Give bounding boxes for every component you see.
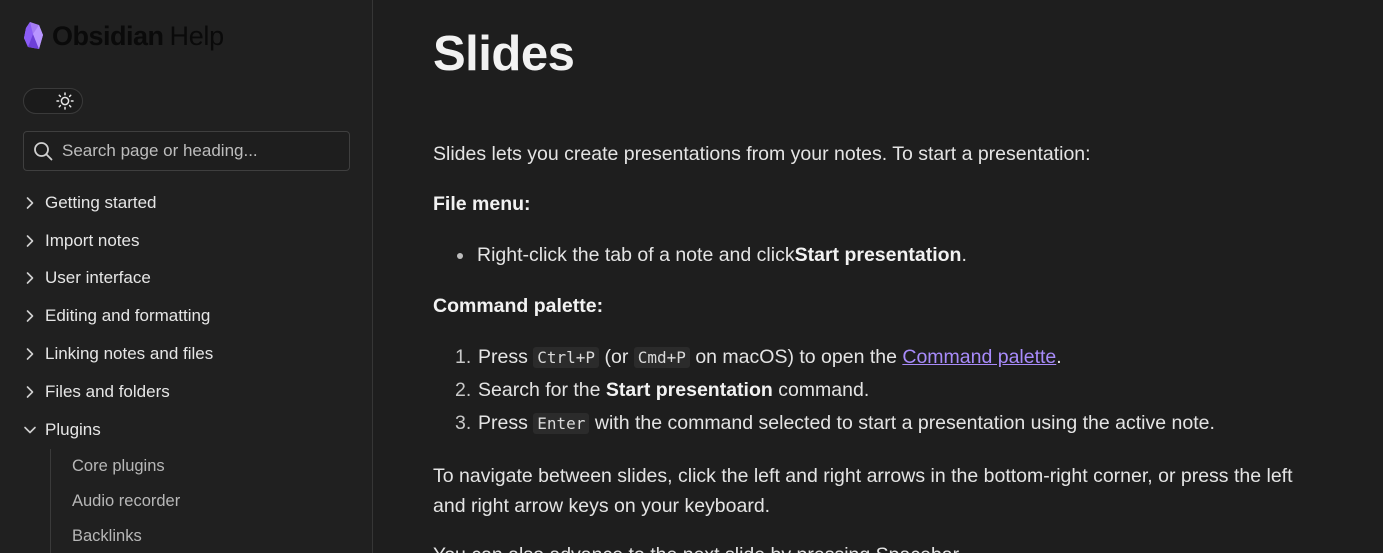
command-palette-heading: Command palette: — [433, 295, 604, 317]
sun-icon — [56, 92, 74, 110]
step-number: 1. — [455, 346, 472, 368]
sidebar-item-user-interface[interactable]: User interface — [0, 260, 372, 298]
step-text: Press Ctrl+P (or Cmd+P on macOS) to open… — [478, 346, 1062, 368]
logo-wordmark: Obsidian — [52, 20, 164, 51]
sidebar-item-files-and-folders[interactable]: Files and folders — [0, 373, 372, 411]
sidebar-item-import-notes[interactable]: Import notes — [0, 222, 372, 260]
sidebar-item-label: Files and folders — [45, 381, 170, 401]
sidebar-item-label: Import notes — [45, 230, 140, 250]
step-number: 3. — [455, 412, 472, 434]
bullet-text-bold: Start presentation — [794, 244, 962, 266]
intro-paragraph: Slides lets you create presentations fro… — [433, 143, 1091, 165]
list-item: 1. Press Ctrl+P (or Cmd+P on macOS) to o… — [433, 341, 1303, 374]
sidebar-item-label: Editing and formatting — [45, 306, 211, 326]
main-content: Slides Slides lets you create presentati… — [373, 0, 1383, 553]
list-item: 3. Press Enter with the command selected… — [433, 407, 1303, 440]
file-menu-list: Right-click the tab of a note and click … — [433, 239, 1303, 272]
step-text: Search for the Start presentation comman… — [478, 379, 870, 401]
chevron-down-icon — [24, 426, 36, 433]
chevron-right-icon — [26, 348, 34, 360]
sidebar-item-label: Getting started — [45, 192, 157, 212]
shortcut-code: Enter — [533, 413, 590, 434]
list-item: Right-click the tab of a note and click … — [433, 239, 1303, 272]
sidebar-item-getting-started[interactable]: Getting started — [0, 184, 372, 222]
sidebar-item-label: Linking notes and files — [45, 344, 214, 364]
sidebar-subitem-audio-recorder[interactable]: Audio recorder — [51, 484, 372, 519]
steps-list: 1. Press Ctrl+P (or Cmd+P on macOS) to o… — [433, 341, 1303, 440]
search-box[interactable] — [23, 131, 350, 171]
list-item: 2. Search for the Start presentation com… — [433, 374, 1303, 407]
page-title: Slides — [433, 27, 575, 81]
site-logo[interactable]: Obsidian Help — [22, 20, 224, 52]
sidebar-item-label: User interface — [45, 268, 151, 288]
shortcut-code: Ctrl+P — [533, 347, 600, 368]
sidebar-item-label: Plugins — [45, 419, 101, 439]
sidebar-item-editing-and-formatting[interactable]: Editing and formatting — [0, 297, 372, 335]
chevron-right-icon — [26, 310, 34, 323]
sidebar-item-plugins[interactable]: Plugins — [0, 411, 372, 449]
sidebar: Obsidian Help Search page or heading... … — [0, 0, 373, 553]
chevron-right-icon — [26, 197, 34, 209]
bullet-text-pre: Right-click the tab of a note and click — [477, 244, 795, 266]
obsidian-logo-icon — [24, 22, 43, 49]
step-number: 2. — [455, 379, 472, 401]
sidebar-nav: Getting started Import notes User interf… — [0, 184, 372, 553]
step-text: Press Enter with the command selected to… — [478, 412, 1215, 434]
search-icon — [34, 142, 53, 161]
search-input[interactable] — [62, 141, 332, 161]
sidebar-subitem-core-plugins[interactable]: Core plugins — [51, 449, 372, 484]
chevron-right-icon — [26, 234, 34, 247]
app-window: Obsidian Help Search page or heading... … — [0, 0, 1383, 553]
navigate-paragraph: To navigate between slides, click the le… — [433, 465, 1293, 517]
chevron-right-icon — [26, 386, 34, 398]
advance-paragraph: You can also advance to the next slide b… — [433, 540, 1303, 553]
logo-suffix: Help — [169, 20, 225, 51]
file-menu-heading: File menu: — [433, 193, 531, 215]
chevron-right-icon — [26, 272, 34, 285]
command-palette-link[interactable]: Command palette — [902, 346, 1056, 368]
theme-toggle[interactable] — [23, 88, 83, 114]
sidebar-subitem-backlinks[interactable]: Backlinks — [51, 519, 372, 553]
shortcut-code: Cmd+P — [633, 347, 690, 368]
bullet-marker — [457, 252, 463, 259]
plugins-subnav: Core plugins Audio recorder Backlinks — [50, 448, 372, 553]
sidebar-item-linking-notes-and-files[interactable]: Linking notes and files — [0, 335, 372, 373]
bullet-text-post: . — [961, 244, 967, 266]
